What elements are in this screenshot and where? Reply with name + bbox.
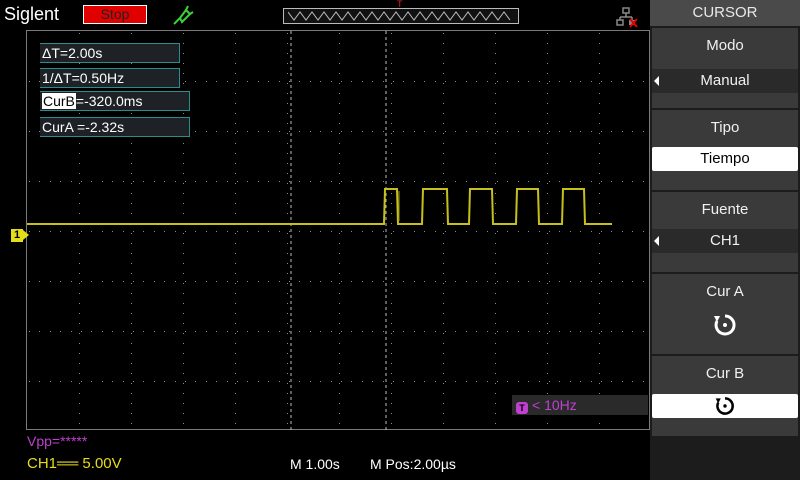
- menu-item-cur-a[interactable]: Cur A: [652, 274, 798, 354]
- ch1-scale: CH1══ 5.00V: [27, 455, 122, 472]
- network-disconnected-icon: [616, 6, 638, 28]
- menu-item-label: Modo: [706, 37, 744, 54]
- menu-item-cur-b[interactable]: Cur B: [652, 356, 798, 436]
- menu-item-label: Tipo: [710, 119, 740, 136]
- left-arrow-icon: [654, 236, 659, 246]
- memory-position-bar: [283, 8, 519, 24]
- horizontal-position: M Pos:2.00µs: [370, 456, 456, 472]
- trigger-position-icon: T: [397, 0, 403, 9]
- menu-item-value: CH1: [652, 229, 798, 253]
- left-arrow-icon: [654, 76, 659, 86]
- top-status-bar: Siglent Stop T: [0, 0, 650, 30]
- menu-item-value: [652, 394, 798, 418]
- timebase: M 1.00s: [290, 456, 340, 472]
- cursor-b-readout: CurB=-320.0ms: [40, 91, 190, 111]
- inverse-delta-t-readout: 1/ΔT=0.50Hz: [40, 68, 180, 88]
- probe-icon: [170, 4, 194, 26]
- rotate-knob-icon: [715, 397, 734, 415]
- menu-item-fuente[interactable]: Fuente CH1: [652, 192, 798, 272]
- menu-item-modo[interactable]: Modo Manual: [652, 28, 798, 108]
- menu-item-value: Manual: [652, 69, 798, 93]
- run-state-badge: Stop: [83, 5, 147, 24]
- rotate-knob-icon: [712, 312, 738, 338]
- delta-t-readout: ΔT=2.00s: [40, 43, 180, 63]
- menu-item-label: Cur B: [705, 365, 745, 382]
- menu-item-tipo[interactable]: Tipo Tiempo: [652, 110, 798, 190]
- trigger-icon: T: [516, 402, 528, 414]
- cursor-b-label: CurB: [42, 93, 76, 109]
- trigger-frequency: T < 10Hz: [512, 395, 648, 415]
- trigger-frequency-value: < 10Hz: [532, 397, 577, 413]
- menu-item-label: Cur A: [706, 283, 744, 300]
- menu-title: CURSOR: [650, 0, 800, 26]
- waveform-display: [26, 30, 650, 431]
- vpp-measurement: Vpp=*****: [27, 433, 88, 449]
- menu-item-value: Tiempo: [652, 147, 798, 171]
- cursor-b-value: =-320.0ms: [75, 93, 143, 109]
- ch1-trace: [27, 188, 612, 225]
- menu-item-label: Fuente: [701, 201, 749, 218]
- ch1-level-marker: 1: [11, 229, 29, 242]
- brand-label: Siglent: [4, 4, 60, 24]
- cursor-a-readout: CurA =-2.32s: [40, 117, 190, 137]
